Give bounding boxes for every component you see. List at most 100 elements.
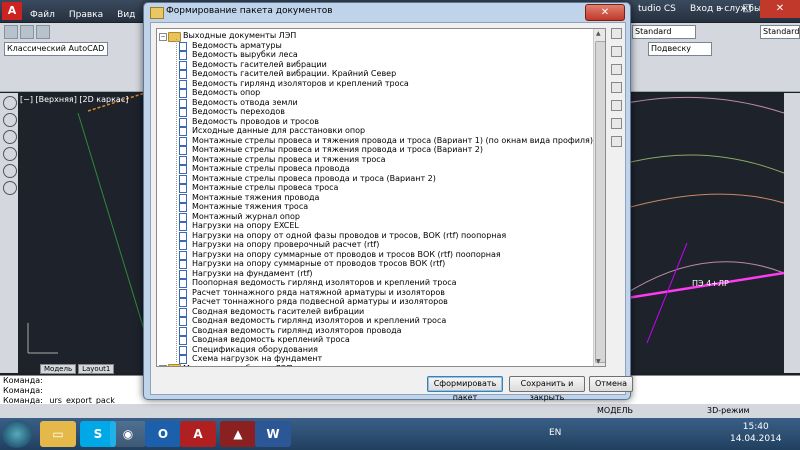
tree-item-label: Нагрузки на фундамент (rtf) [192,268,313,278]
tree-item-label: Сводная ведомость гасителей вибрации [192,306,365,316]
explorer-taskbar-icon[interactable]: ▭ [40,421,76,447]
canvas-span-label: ПЭ 4+ЛР [692,279,729,288]
delete-icon[interactable] [611,136,622,147]
outlook-taskbar-icon[interactable]: O [145,421,181,447]
scroll-down-icon[interactable]: ▼ [596,358,601,365]
document-icon [179,79,187,89]
arc-tool-icon[interactable] [3,147,17,161]
tree-item-label: Монтажные стрелы провеса и тяжения троса [192,154,386,164]
hatch-tool-icon[interactable] [3,181,17,195]
status-model[interactable]: МОДЕЛЬ [597,406,633,415]
tree-item-label: Ведомость переходов [192,107,286,116]
tree-item-label: Монтажные тяжения троса [192,202,309,211]
package-dialog: Формирование пакета документов ✕ ▲ ▼ − Вы… [143,2,633,402]
menu-view[interactable]: Вид [117,10,135,23]
document-icon [179,298,187,307]
autocad-taskbar-icon[interactable]: A [180,421,216,447]
right-modify-toolbar [784,93,800,373]
start-button[interactable] [2,420,32,448]
document-icon [179,146,187,155]
document-icon [179,269,187,279]
maximize-icon[interactable]: □ [734,0,760,18]
window-controls: – □ ✕ [708,0,800,18]
left-draw-toolbar [0,93,19,373]
document-tree[interactable]: ▲ ▼ − Выходные документы ЛЭП Ведомость арм… [156,28,606,367]
minimize-icon[interactable]: – [708,0,734,18]
dialog-close-button[interactable]: ✕ [585,4,625,21]
tree-item-label: Схема нагрузок на фундамент [192,354,323,363]
document-icon [179,345,187,355]
copy-icon[interactable] [611,118,622,129]
folder-icon [168,364,181,366]
document-icon [179,51,187,60]
acrobat-taskbar-icon[interactable]: ▲ [220,421,256,447]
line-tool-icon[interactable] [3,96,17,110]
menu-file[interactable]: Файл [30,10,55,23]
tree-item-label: Сводная ведомость гирлянд изоляторов про… [192,325,402,335]
document-icon [179,279,187,288]
polyline-tool-icon[interactable] [3,113,17,127]
text-style-combo[interactable]: Standard [632,25,696,39]
document-icon [179,184,187,193]
dim-style-combo[interactable]: Standard [760,25,800,39]
tab-model[interactable]: Модель [40,364,77,374]
tree-item-label: Нагрузки на опору суммарные от проводов … [192,259,446,268]
tree-item-label: Ведомость проводов и тросов [192,116,319,126]
drawing-canvas-left[interactable] [18,93,145,373]
open-icon[interactable] [611,64,622,75]
tree-item-label: Ведомость гирлянд изоляторов и креплений… [192,78,409,88]
word-taskbar-icon[interactable]: W [255,421,291,447]
tray-clock[interactable]: 15:40 14.04.2014 [730,421,782,445]
document-icon [179,98,187,108]
tree-item-label: Монтажные стрелы провеса и тяжения прово… [192,135,593,145]
tree-scrollbar[interactable]: ▲ ▼ [593,29,605,366]
tree-item-label: Исходные данные для расстановки опор [192,126,366,135]
document-icon [179,260,187,269]
save-icon[interactable] [611,82,622,93]
tree-item-label: Нагрузки на опору суммарные от проводов … [192,249,501,259]
tray-date: 14.04.2014 [730,434,782,444]
dialog-title: Формирование пакета документов [166,6,333,16]
tree-item-label: Спецификация оборудования [192,344,318,354]
save-icon[interactable] [36,25,50,39]
canvas-lines-left [27,93,145,354]
add-folder-icon[interactable] [611,28,622,39]
open-icon[interactable] [20,25,34,39]
side-toolbar [611,28,623,154]
collapse-icon[interactable]: − [159,32,167,41]
tree-item-label: Монтажные стрелы провеса провода [192,164,350,173]
drawing-canvas-right[interactable]: ПЭ 4+ЛР [627,93,784,373]
menu-edit[interactable]: Правка [69,10,103,23]
generate-package-button[interactable]: Сформировать пакет [427,376,503,402]
document-icon [179,307,187,317]
expand-icon[interactable]: + [159,365,167,366]
cancel-button[interactable]: Отмена [589,376,633,392]
layer-combo[interactable]: Подвеску [648,42,712,56]
new-icon[interactable] [4,25,18,39]
document-icon [179,203,187,212]
tree-folder-label: Выходные документы ЛЭП [183,31,297,40]
workspace-combo[interactable]: Классический AutoCAD [4,42,108,56]
tree-item-label: Нагрузки на опору EXCEL [192,221,299,230]
scroll-up-icon[interactable]: ▲ [596,30,601,37]
tree-item-label: Сводная ведомость креплений троса [192,335,350,344]
document-icon [179,155,187,165]
document-icon [179,174,187,184]
close-icon[interactable]: ✕ [760,0,800,18]
tab-layout1[interactable]: Layout1 [78,364,115,374]
chrome-taskbar-icon[interactable]: ◉ [110,421,146,447]
status-3d-mode[interactable]: 3D-режим [707,406,750,415]
viewport-label[interactable]: [−] [Верхняя] [2D каркас] [20,95,128,104]
circle-tool-icon[interactable] [3,130,17,144]
tray-language[interactable]: EN [549,428,561,438]
document-icon [179,250,187,260]
edit-icon[interactable] [611,100,622,111]
tree-item-label: Нагрузки на опору проверочный расчет (rt… [192,240,380,249]
canvas-lines-right [627,96,784,344]
tree-item-label: Ведомость опор [192,88,261,97]
autocad-menubar: Файл Правка Вид [0,10,135,23]
save-close-button[interactable]: Сохранить и закрыть [509,376,585,402]
rect-tool-icon[interactable] [3,164,17,178]
add-doc-icon[interactable] [611,46,622,57]
scroll-thumb[interactable] [595,41,605,363]
